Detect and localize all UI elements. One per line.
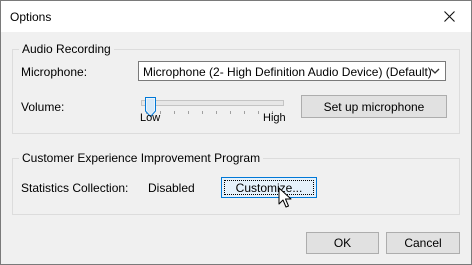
dialog-title: Options xyxy=(10,10,52,24)
set-up-microphone-button-label: Set up microphone xyxy=(323,99,425,114)
ceip-group-title: Customer Experience Improvement Program xyxy=(19,151,264,165)
microphone-select-value: Microphone (2- High Definition Audio Dev… xyxy=(143,65,432,79)
volume-high-label: High xyxy=(263,112,286,124)
mouse-pointer-icon xyxy=(278,187,292,208)
microphone-label: Microphone: xyxy=(21,65,88,79)
audio-recording-group-title: Audio Recording xyxy=(19,42,114,56)
options-dialog: Options Audio Recording Microphone: Micr… xyxy=(0,0,472,265)
slider-tick xyxy=(202,111,203,114)
statistics-collection-label: Statistics Collection: xyxy=(21,181,129,195)
ok-button[interactable]: OK xyxy=(306,232,379,254)
slider-tick xyxy=(230,111,231,114)
customize-button[interactable]: Customize... xyxy=(221,177,317,198)
cancel-button[interactable]: Cancel xyxy=(386,232,460,254)
title-bar: Options xyxy=(1,1,471,32)
ok-button-label: OK xyxy=(333,236,352,250)
set-up-microphone-button[interactable]: Set up microphone xyxy=(301,95,447,118)
volume-low-label: Low xyxy=(140,112,161,124)
cancel-button-label: Cancel xyxy=(404,236,442,250)
slider-tick xyxy=(188,111,189,114)
volume-label: Volume: xyxy=(21,100,65,114)
microphone-select[interactable]: Microphone (2- High Definition Audio Dev… xyxy=(138,61,446,81)
close-button[interactable] xyxy=(427,1,471,32)
slider-tick xyxy=(174,111,175,114)
customize-button-focus-ring: Customize... xyxy=(224,180,314,195)
chevron-down-icon xyxy=(430,68,440,74)
slider-tick xyxy=(244,111,245,114)
close-icon xyxy=(443,11,455,22)
volume-slider-track xyxy=(141,100,284,106)
slider-tick xyxy=(216,111,217,114)
slider-tick xyxy=(258,111,259,114)
statistics-collection-status: Disabled xyxy=(148,181,195,195)
